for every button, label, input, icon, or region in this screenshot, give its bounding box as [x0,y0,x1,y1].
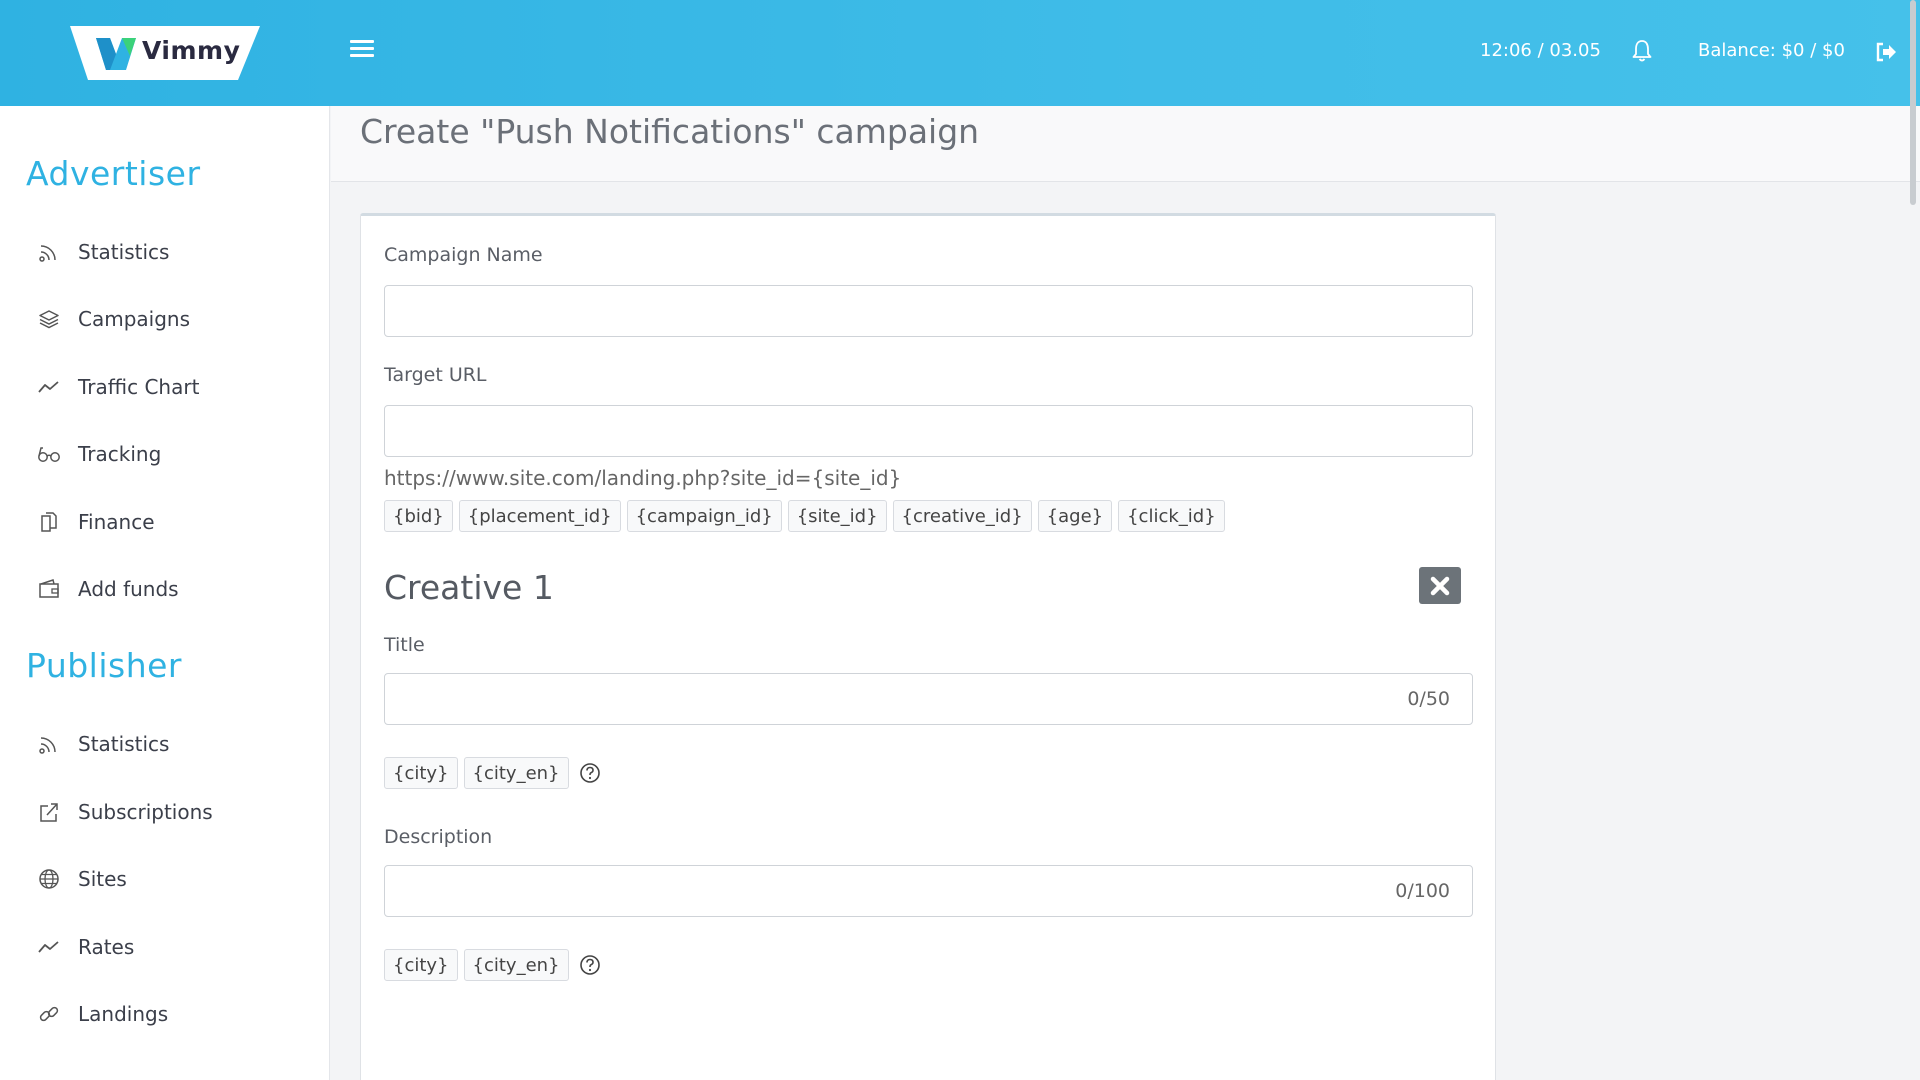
macro-chip-city[interactable]: {city} [384,757,458,789]
sidebar-item-label: Tracking [78,442,162,466]
description-label: Description [384,826,493,848]
macro-chip-click-id[interactable]: {click_id} [1118,500,1225,532]
link-icon [36,1001,62,1027]
sidebar-item-subscriptions[interactable]: Subscriptions [36,792,306,832]
description-char-counter: 0/100 [1395,880,1450,902]
sidebar-item-finance[interactable]: Finance [36,502,306,542]
sidebar-item-label: Statistics [78,732,170,756]
title-input[interactable]: 0/50 [384,673,1473,725]
sidebar-item-add-funds[interactable]: Add funds [36,569,306,609]
macro-chip-city-en[interactable]: {city_en} [463,949,569,981]
macro-chip-city[interactable]: {city} [384,949,458,981]
sidebar-item-label: Statistics [78,240,170,264]
trend-icon [36,934,62,960]
logout-icon[interactable] [1874,40,1898,64]
trend-icon [36,374,62,400]
macro-chip-campaign-id[interactable]: {campaign_id} [626,500,782,532]
macro-chip-creative-id[interactable]: {creative_id} [892,500,1032,532]
logo[interactable]: Vimmy [70,26,260,80]
sidebar-item-label: Add funds [78,577,179,601]
advertiser-heading: Advertiser [26,154,201,193]
sidebar: Advertiser Statistics Campaigns Traffic … [0,106,330,1080]
macro-chip-bid[interactable]: {bid} [384,500,453,532]
macro-chip-placement-id[interactable]: {placement_id} [458,500,621,532]
sidebar-item-label: Campaigns [78,307,191,331]
description-input[interactable]: 0/100 [384,865,1473,917]
documents-icon [36,509,62,535]
wallet-icon [36,576,62,602]
sidebar-item-label: Subscriptions [78,800,213,824]
campaign-form-card: Campaign Name Target URL https://www.sit… [360,213,1496,1080]
globe-icon [36,866,62,892]
sidebar-item-label: Rates [78,935,135,959]
macro-chip-city-en[interactable]: {city_en} [463,757,569,789]
share-icon [36,799,62,825]
sidebar-item-label: Finance [78,510,155,534]
target-url-hint: https://www.site.com/landing.php?site_id… [384,466,902,490]
title-label: Title [384,634,425,656]
sidebar-item-label: Traffic Chart [78,375,200,399]
sidebar-item-publisher-statistics[interactable]: Statistics [36,724,306,764]
sidebar-item-traffic-chart[interactable]: Traffic Chart [36,367,306,407]
sidebar-item-landings[interactable]: Landings [36,994,306,1034]
macro-chip-age[interactable]: {age} [1037,500,1113,532]
title-char-counter: 0/50 [1407,688,1450,710]
rss-icon [36,239,62,265]
page-header: Create "Push Notifications" campaign [331,106,1920,182]
target-url-input[interactable] [384,405,1473,457]
remove-creative-button[interactable] [1419,567,1461,604]
sidebar-item-advertiser-statistics[interactable]: Statistics [36,232,306,272]
balance: Balance: $0 / $0 [1698,40,1845,61]
publisher-heading: Publisher [26,646,182,685]
sidebar-item-label: Sites [78,867,127,891]
campaign-name-label: Campaign Name [384,244,543,266]
macro-chip-site-id[interactable]: {site_id} [787,500,887,532]
page-title: Create "Push Notifications" campaign [360,112,980,151]
sidebar-item-label: Landings [78,1002,169,1026]
sidebar-item-tracking[interactable]: Tracking [36,434,306,474]
help-icon[interactable] [579,762,601,784]
description-macro-list: {city} {city_en} [384,949,601,981]
rss-icon [36,731,62,757]
menu-icon[interactable] [350,40,374,64]
sidebar-item-rates[interactable]: Rates [36,927,306,967]
logo-text: Vimmy [142,36,241,65]
sidebar-item-campaigns[interactable]: Campaigns [36,299,306,339]
layers-icon [36,306,62,332]
clock-date: 12:06 / 03.05 [1480,40,1601,61]
sidebar-item-sites[interactable]: Sites [36,859,306,899]
top-bar: Vimmy 12:06 / 03.05 Balance: $0 / $0 [0,0,1920,106]
page-scrollbar[interactable] [1910,0,1916,205]
help-icon[interactable] [579,954,601,976]
url-macro-list: {bid} {placement_id} {campaign_id} {site… [384,500,1225,532]
creative-heading: Creative 1 [384,568,554,607]
campaign-name-input[interactable] [384,285,1473,337]
glasses-icon [36,441,62,467]
target-url-label: Target URL [384,364,487,386]
title-macro-list: {city} {city_en} [384,757,601,789]
bell-icon[interactable] [1630,38,1654,64]
close-icon [1430,576,1450,595]
